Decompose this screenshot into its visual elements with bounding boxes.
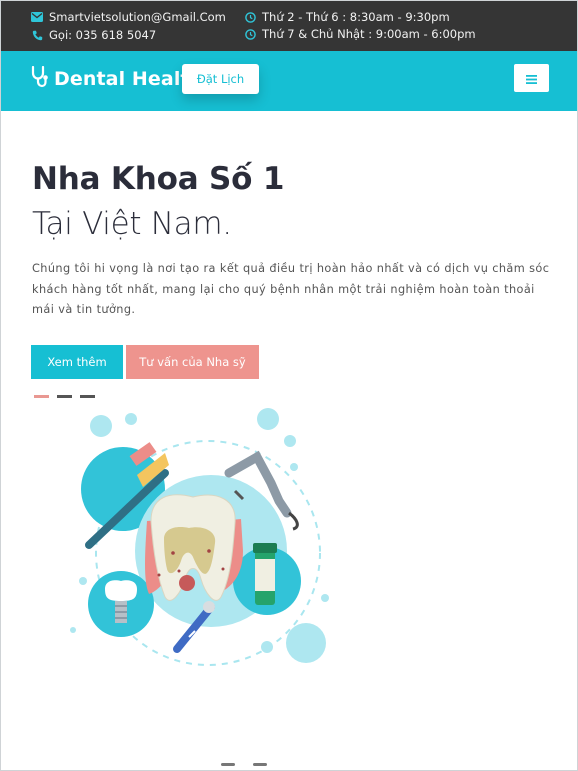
phone-text: Gọi: 035 618 5047 [49,28,157,42]
stethoscope-icon [31,65,49,92]
hamburger-icon [526,69,537,88]
weekend-hours-text: Thứ 7 & Chủ Nhật : 9:00am - 6:00pm [262,27,476,41]
hero-description: Chúng tôi hi vọng là nơi tạo ra kết quả … [32,262,550,316]
dental-illustration [70,408,329,666]
divider-mark [253,763,267,766]
clock-icon [244,28,256,40]
weekday-hours-text: Thứ 2 - Thứ 6 : 8:30am - 9:30pm [262,10,450,24]
slide-indicator-2[interactable] [57,395,72,398]
slide-indicator-1[interactable] [34,395,49,398]
divider-mark [221,763,235,766]
next-section-peek [221,763,281,767]
weekday-hours: Thứ 2 - Thứ 6 : 8:30am - 9:30pm [244,10,450,24]
book-appointment-button[interactable]: Đặt Lịch [182,64,259,94]
phone-icon [31,29,43,41]
envelope-icon [31,11,43,23]
hero-subtitle: Tại Việt Nam. [32,206,232,242]
slider-indicators [34,395,95,398]
slide-indicator-3[interactable] [80,395,95,398]
phone-contact[interactable]: Gọi: 035 618 5047 [31,28,156,42]
brand-name: Dental Health [54,68,204,90]
page: Smartvietsolution@Gmail.Com Gọi: 035 618… [0,0,578,771]
dentist-advice-button[interactable]: Tư vấn của Nha sỹ [126,345,259,379]
clock-icon [244,11,256,23]
weekend-hours: Thứ 7 & Chủ Nhật : 9:00am - 6:00pm [244,27,476,41]
email-text: Smartvietsolution@Gmail.Com [49,10,226,24]
main-navbar: Dental Health Đặt Lịch [1,51,577,111]
see-more-button[interactable]: Xem thêm [31,345,123,379]
brand-logo[interactable]: Dental Health [31,65,204,92]
hero-title: Nha Khoa Số 1 [32,161,285,197]
email-contact[interactable]: Smartvietsolution@Gmail.Com [31,10,226,24]
top-info-bar: Smartvietsolution@Gmail.Com Gọi: 035 618… [1,1,577,51]
menu-toggle-button[interactable] [514,64,549,92]
